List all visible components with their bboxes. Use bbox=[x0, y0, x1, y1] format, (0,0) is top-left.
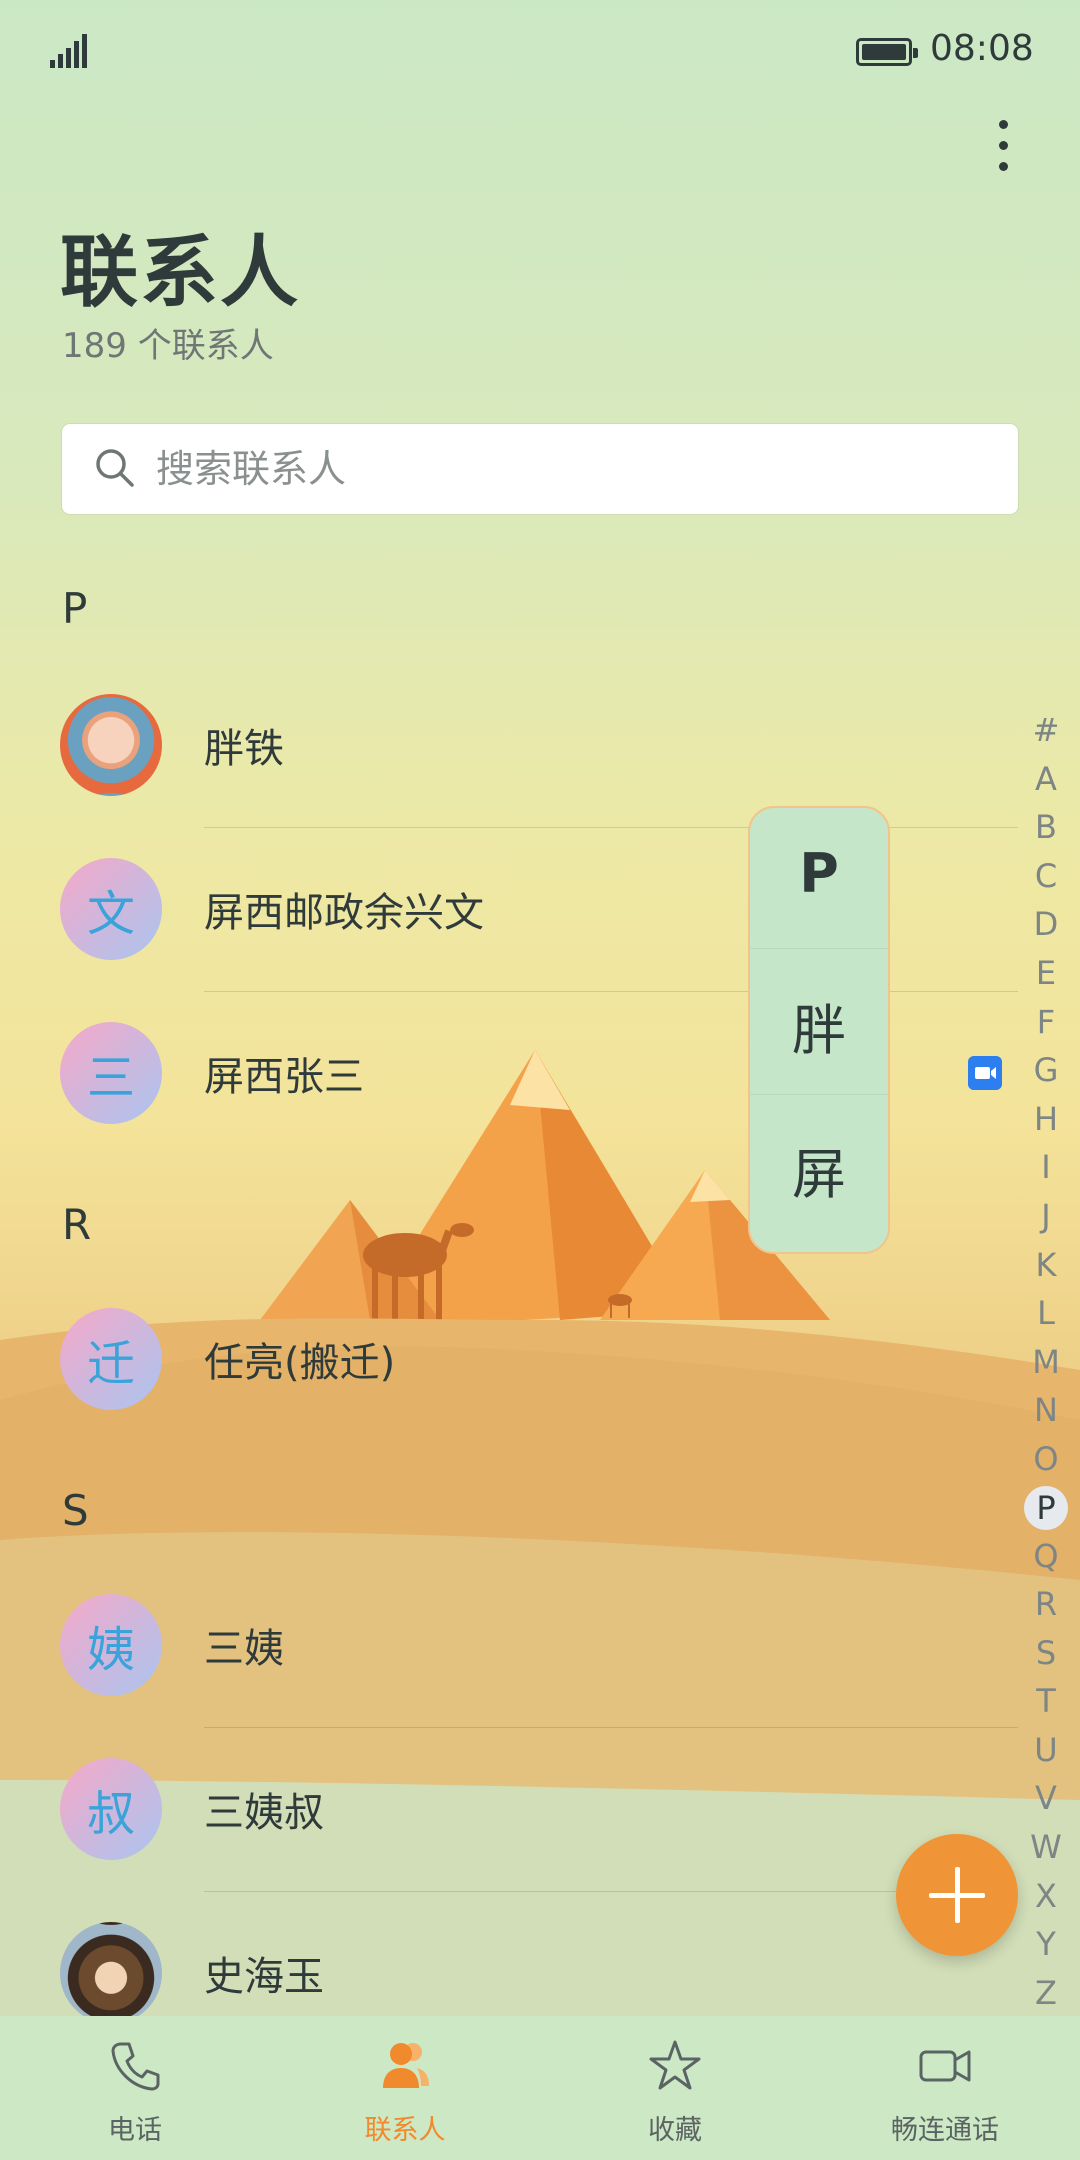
alphabet-index-letter[interactable]: Z bbox=[1024, 1969, 1068, 2018]
tab-label: 畅连通话 bbox=[891, 2115, 999, 2146]
phone-icon bbox=[111, 2042, 160, 2091]
alphabet-index-letter[interactable]: O bbox=[1024, 1435, 1068, 1484]
avatar-photo bbox=[60, 694, 162, 796]
alphabet-index-letter[interactable]: X bbox=[1024, 1872, 1068, 1921]
tab-label: 收藏 bbox=[648, 2115, 702, 2146]
alphabet-index-letter[interactable]: Q bbox=[1024, 1532, 1068, 1581]
contact-name: 任亮(搬迁) bbox=[204, 1340, 396, 1386]
popup-item[interactable]: 胖 bbox=[750, 986, 888, 1065]
contact-item[interactable]: 姨 三姨 bbox=[0, 1564, 1020, 1728]
letter-preview-popup: P 胖 屏 bbox=[748, 806, 890, 1254]
alphabet-index-letter[interactable]: W bbox=[1024, 1823, 1068, 1872]
alphabet-index-letter[interactable]: V bbox=[1024, 1774, 1068, 1823]
alphabet-index-letter[interactable]: F bbox=[1024, 998, 1068, 1047]
alphabet-index-letter[interactable]: Y bbox=[1024, 1920, 1068, 1969]
alphabet-index-letter[interactable]: K bbox=[1024, 1241, 1068, 1290]
tab-meetime[interactable]: 畅连通话 bbox=[810, 2016, 1080, 2160]
popup-divider bbox=[750, 948, 888, 949]
alphabet-index-letter[interactable]: M bbox=[1024, 1338, 1068, 1387]
alphabet-index-letter[interactable]: J bbox=[1024, 1192, 1068, 1241]
avatar-letter: 三 bbox=[86, 1050, 135, 1106]
alphabet-index-letter[interactable]: G bbox=[1024, 1046, 1068, 1095]
section-header-s: S bbox=[62, 1486, 89, 1535]
video-call-icon[interactable] bbox=[968, 1056, 1002, 1090]
alphabet-index-letter[interactable]: # bbox=[1024, 706, 1068, 755]
signal-icon bbox=[50, 34, 87, 68]
tab-phone[interactable]: 电话 bbox=[0, 2016, 270, 2160]
avatar: 文 bbox=[60, 858, 162, 960]
status-time: 08:08 bbox=[930, 28, 1034, 69]
section-header-p: P bbox=[62, 584, 88, 633]
alphabet-index-letter[interactable]: I bbox=[1024, 1143, 1068, 1192]
search-bar[interactable] bbox=[62, 424, 1018, 514]
alphabet-index-letter[interactable]: P bbox=[1024, 1485, 1068, 1530]
more-options-button[interactable] bbox=[980, 110, 1026, 180]
contact-count: 189 个联系人 bbox=[62, 326, 274, 366]
contact-name: 史海玉 bbox=[204, 1954, 324, 2000]
tab-favorites[interactable]: 收藏 bbox=[540, 2016, 810, 2160]
avatar-letter: 迁 bbox=[86, 1336, 135, 1392]
contact-name: 胖铁 bbox=[204, 726, 284, 772]
tab-label: 联系人 bbox=[364, 2115, 446, 2146]
avatar: 三 bbox=[60, 1022, 162, 1124]
add-contact-button[interactable] bbox=[896, 1834, 1018, 1956]
status-bar: 08:08 bbox=[0, 0, 1080, 100]
avatar-photo bbox=[60, 1922, 162, 2024]
contact-name: 三姨 bbox=[204, 1626, 284, 1672]
avatar: 叔 bbox=[60, 1758, 162, 1860]
contact-item[interactable]: 胖铁 bbox=[0, 664, 1020, 828]
contact-item[interactable]: 迁 任亮(搬迁) bbox=[0, 1278, 1020, 1442]
tab-label: 电话 bbox=[108, 2115, 162, 2146]
tab-contacts[interactable]: 联系人 bbox=[270, 2016, 540, 2160]
search-input[interactable] bbox=[154, 438, 978, 500]
alphabet-index-letter[interactable]: R bbox=[1024, 1580, 1068, 1629]
popup-divider bbox=[750, 1094, 888, 1095]
search-icon bbox=[96, 449, 134, 487]
alphabet-index-letter[interactable]: B bbox=[1024, 803, 1068, 852]
avatar-letter: 叔 bbox=[86, 1786, 135, 1842]
popup-letter: P bbox=[799, 842, 839, 905]
alphabet-index-letter[interactable]: E bbox=[1024, 949, 1068, 998]
alphabet-index-letter[interactable]: L bbox=[1024, 1289, 1068, 1338]
bottom-navigation: 电话 联系人 收藏 畅连通话 bbox=[0, 2016, 1080, 2160]
alphabet-index-letter[interactable]: S bbox=[1024, 1629, 1068, 1678]
contact-item[interactable]: 叔 三姨叔 bbox=[0, 1728, 1020, 1892]
alphabet-index-letter[interactable]: A bbox=[1024, 755, 1068, 804]
alphabet-index-letter[interactable]: C bbox=[1024, 852, 1068, 901]
video-call-icon bbox=[919, 2050, 971, 2082]
avatar: 姨 bbox=[60, 1594, 162, 1696]
contact-name: 屏西邮政余兴文 bbox=[204, 890, 484, 936]
alphabet-index-letter[interactable]: N bbox=[1024, 1386, 1068, 1435]
alphabet-index-letter[interactable]: H bbox=[1024, 1095, 1068, 1144]
contact-name: 屏西张三 bbox=[204, 1054, 364, 1100]
alphabet-index-letter[interactable]: U bbox=[1024, 1726, 1068, 1775]
avatar-letter: 文 bbox=[86, 886, 135, 942]
avatar: 迁 bbox=[60, 1308, 162, 1410]
alphabet-index[interactable]: # A B C D E F G H I J K L M N O P Q R S T U V W X Y Z bbox=[1024, 706, 1068, 2017]
alphabet-index-letter[interactable]: D bbox=[1024, 900, 1068, 949]
contacts-icon bbox=[383, 2043, 429, 2088]
section-header-r: R bbox=[62, 1200, 92, 1249]
alphabet-index-letter[interactable]: T bbox=[1024, 1677, 1068, 1726]
star-icon bbox=[649, 2040, 701, 2090]
page-title: 联系人 bbox=[60, 228, 301, 318]
avatar-letter: 姨 bbox=[86, 1622, 135, 1678]
battery-icon bbox=[856, 38, 918, 66]
contact-name: 三姨叔 bbox=[204, 1790, 324, 1836]
popup-item[interactable]: 屏 bbox=[750, 1130, 888, 1209]
